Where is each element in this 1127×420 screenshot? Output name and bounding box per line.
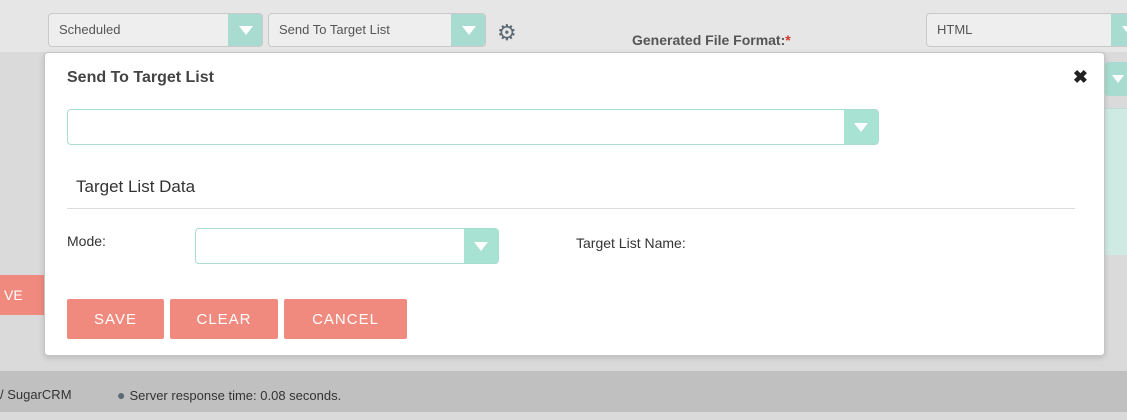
background-save-label: VE: [4, 287, 23, 303]
background-save-button[interactable]: VE: [0, 275, 44, 315]
file-format-select[interactable]: HTML: [926, 13, 1127, 47]
chevron-down-icon[interactable]: [464, 229, 498, 263]
mode-select[interactable]: [195, 228, 499, 264]
required-marker: *: [785, 32, 791, 48]
section-title: Target List Data: [76, 177, 196, 196]
divider: [67, 208, 1075, 209]
send-to-target-list-dialog: Send To Target List ✖ Target List Data M…: [44, 52, 1105, 356]
chevron-down-icon[interactable]: [1105, 62, 1127, 96]
close-icon[interactable]: ✖: [1073, 67, 1088, 88]
globe-icon: ●: [117, 387, 126, 403]
chevron-down-icon[interactable]: [1111, 14, 1127, 46]
target-list-select[interactable]: [67, 109, 879, 145]
server-response-text: Server response time: 0.08 seconds.: [129, 388, 342, 403]
file-format-select-value: HTML: [937, 22, 973, 37]
dialog-title: Send To Target List: [67, 69, 214, 86]
status-select-value: Scheduled: [59, 22, 121, 37]
server-response: ● Server response time: 0.08 seconds.: [117, 371, 341, 420]
clear-button[interactable]: CLEAR: [170, 299, 278, 339]
action-select-value: Send To Target List: [279, 22, 390, 37]
target-list-name-label: Target List Name:: [576, 235, 686, 251]
action-select[interactable]: Send To Target List: [268, 13, 486, 47]
status-select[interactable]: Scheduled: [48, 13, 263, 47]
mode-label: Mode:: [67, 233, 106, 249]
file-format-label: Generated File Format:*: [632, 32, 791, 48]
background-panel: [1105, 108, 1127, 255]
chevron-down-icon[interactable]: [451, 14, 485, 46]
save-button[interactable]: SAVE: [67, 299, 164, 339]
footer: / SugarCRM ● Server response time: 0.08 s…: [0, 371, 1127, 412]
chevron-down-icon[interactable]: [228, 14, 262, 46]
cancel-button[interactable]: CANCEL: [284, 299, 407, 339]
gear-icon[interactable]: ⚙: [497, 22, 517, 44]
file-format-label-text: Generated File Format:: [632, 32, 786, 48]
chevron-down-icon[interactable]: [844, 110, 878, 144]
